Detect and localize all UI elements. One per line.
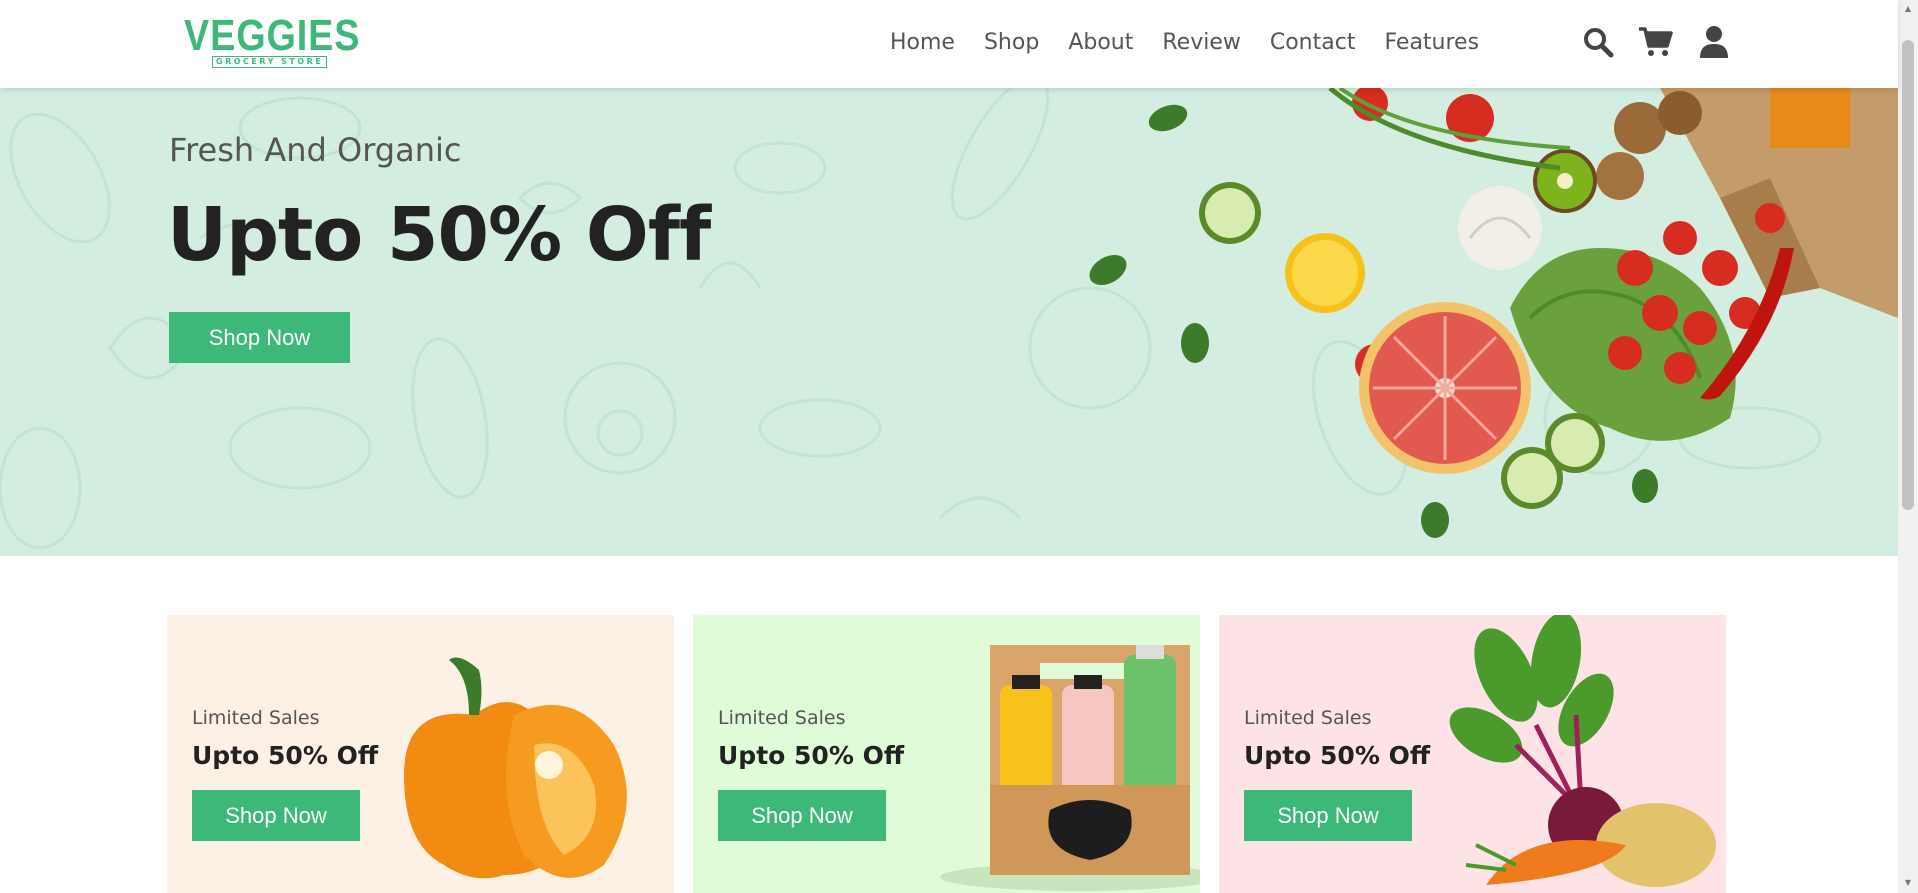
main-nav: Home Shop About Review Contact Features [890,28,1508,58]
scroll-up-arrow-icon[interactable]: ▲ [1903,4,1913,14]
nav-home[interactable]: Home [890,28,955,58]
scrollbar-thumb[interactable] [1902,40,1914,510]
nav-review[interactable]: Review [1162,28,1241,58]
site-header: VEGGIES GROCERY STORE Home Shop About Re… [0,0,1898,88]
scroll-down-arrow-icon[interactable]: ▼ [1903,878,1913,888]
nav-features[interactable]: Features [1384,28,1479,58]
promo-shop-now-button[interactable]: Shop Now [718,790,886,841]
promo-subtitle: Limited Sales [718,707,846,729]
hero-shop-now-button[interactable]: Shop Now [169,312,350,363]
bell-pepper-image [404,657,627,879]
promo-shop-now-button[interactable]: Shop Now [192,790,360,841]
beetroot-carrot-potato-image [1449,615,1716,887]
promo-subtitle: Limited Sales [192,707,320,729]
user-icon[interactable] [1696,24,1732,60]
smoothie-bottles-image [940,645,1200,891]
nav-about[interactable]: About [1068,28,1133,58]
promo-card-beetroot: Limited Sales Upto 50% Off Shop Now [1219,615,1726,893]
promo-title: Upto 50% Off [1244,741,1431,770]
logo-tagline: GROCERY STORE [212,56,328,68]
page-scrollbar[interactable]: ▲ ▼ [1898,0,1918,893]
logo-text: VEGGIES [184,11,361,60]
promo-title: Upto 50% Off [192,741,379,770]
fresh-produce-image [1089,88,1898,538]
promo-subtitle: Limited Sales [1244,707,1372,729]
hero-subtitle: Fresh And Organic [169,131,462,169]
nav-contact[interactable]: Contact [1270,28,1356,58]
promo-card-smoothie: Limited Sales Upto 50% Off Shop Now [693,615,1200,893]
cart-icon[interactable] [1638,24,1674,60]
hero-title: Upto 50% Off [167,192,711,278]
promo-shop-now-button[interactable]: Shop Now [1244,790,1412,841]
promo-card-pepper: Limited Sales Upto 50% Off Shop Now [167,615,674,893]
nav-shop[interactable]: Shop [984,28,1039,58]
hero-banner: Fresh And Organic Upto 50% Off Shop Now [0,88,1898,556]
promo-title: Upto 50% Off [718,741,905,770]
logo[interactable]: VEGGIES GROCERY STORE [184,12,360,70]
search-icon[interactable] [1580,24,1616,60]
header-icons [1580,24,1732,60]
